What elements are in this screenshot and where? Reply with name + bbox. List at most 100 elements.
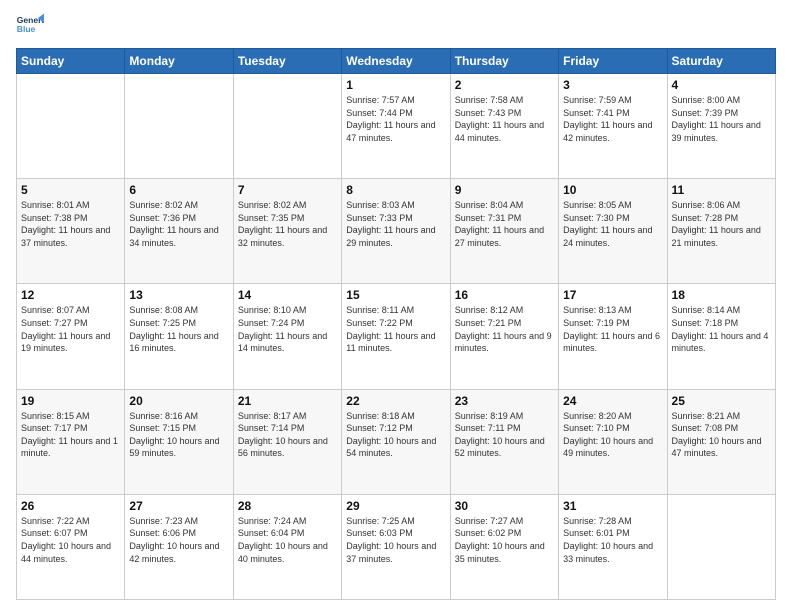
- calendar-day-cell: 11 Sunrise: 8:06 AMSunset: 7:28 PMDayligh…: [667, 179, 775, 284]
- calendar-day-cell: 5 Sunrise: 8:01 AMSunset: 7:38 PMDaylight…: [17, 179, 125, 284]
- calendar-day-cell: 13 Sunrise: 8:08 AMSunset: 7:25 PMDayligh…: [125, 284, 233, 389]
- calendar-table: SundayMondayTuesdayWednesdayThursdayFrid…: [16, 48, 776, 600]
- calendar-day-cell: 27 Sunrise: 7:23 AMSunset: 6:06 PMDayligh…: [125, 494, 233, 599]
- day-number: 14: [238, 288, 337, 302]
- calendar-day-cell: 25Sunrise: 8:21 AMSunset: 7:08 PMDayligh…: [667, 389, 775, 494]
- svg-text:General: General: [17, 15, 44, 25]
- calendar-header-day: Friday: [559, 49, 667, 74]
- calendar-day-cell: 7 Sunrise: 8:02 AMSunset: 7:35 PMDaylight…: [233, 179, 341, 284]
- calendar-day-cell: 12 Sunrise: 8:07 AMSunset: 7:27 PMDayligh…: [17, 284, 125, 389]
- day-info: Sunrise: 8:11 AMSunset: 7:22 PMDaylight:…: [346, 304, 445, 354]
- calendar-header-day: Saturday: [667, 49, 775, 74]
- calendar-day-cell: [233, 74, 341, 179]
- day-number: 6: [129, 183, 228, 197]
- day-number: 11: [672, 183, 771, 197]
- day-info: Sunrise: 7:58 AMSunset: 7:43 PMDaylight:…: [455, 94, 554, 144]
- day-number: 5: [21, 183, 120, 197]
- day-info: Sunrise: 8:15 AMSunset: 7:17 PMDaylight:…: [21, 410, 120, 460]
- day-number: 10: [563, 183, 662, 197]
- day-info: Sunrise: 7:25 AMSunset: 6:03 PMDaylight:…: [346, 515, 445, 565]
- day-number: 20: [129, 394, 228, 408]
- day-info: Sunrise: 8:17 AMSunset: 7:14 PMDaylight:…: [238, 410, 337, 460]
- day-info: Sunrise: 8:19 AMSunset: 7:11 PMDaylight:…: [455, 410, 554, 460]
- calendar-day-cell: 10 Sunrise: 8:05 AMSunset: 7:30 PMDayligh…: [559, 179, 667, 284]
- day-number: 27: [129, 499, 228, 513]
- day-info: Sunrise: 8:16 AMSunset: 7:15 PMDaylight:…: [129, 410, 228, 460]
- day-info: Sunrise: 8:07 AMSunset: 7:27 PMDaylight:…: [21, 304, 120, 354]
- calendar-header-day: Sunday: [17, 49, 125, 74]
- day-number: 31: [563, 499, 662, 513]
- logo-icon: General Blue: [16, 12, 44, 40]
- day-info: Sunrise: 8:05 AMSunset: 7:30 PMDaylight:…: [563, 199, 662, 249]
- calendar-day-cell: [17, 74, 125, 179]
- calendar-header-day: Wednesday: [342, 49, 450, 74]
- calendar-day-cell: 2 Sunrise: 7:58 AMSunset: 7:43 PMDaylight…: [450, 74, 558, 179]
- calendar-header-day: Thursday: [450, 49, 558, 74]
- calendar-week-row: 26 Sunrise: 7:22 AMSunset: 6:07 PMDayligh…: [17, 494, 776, 599]
- day-number: 12: [21, 288, 120, 302]
- day-info: Sunrise: 8:21 AMSunset: 7:08 PMDaylight:…: [672, 410, 771, 460]
- day-info: Sunrise: 8:04 AMSunset: 7:31 PMDaylight:…: [455, 199, 554, 249]
- day-number: 3: [563, 78, 662, 92]
- page: General Blue SundayMondayTuesdayWednesda…: [0, 0, 792, 612]
- day-info: Sunrise: 7:27 AMSunset: 6:02 PMDaylight:…: [455, 515, 554, 565]
- day-info: Sunrise: 8:06 AMSunset: 7:28 PMDaylight:…: [672, 199, 771, 249]
- day-number: 4: [672, 78, 771, 92]
- calendar-header-day: Tuesday: [233, 49, 341, 74]
- day-info: Sunrise: 8:12 AMSunset: 7:21 PMDaylight:…: [455, 304, 554, 354]
- day-info: Sunrise: 8:18 AMSunset: 7:12 PMDaylight:…: [346, 410, 445, 460]
- calendar-day-cell: 6 Sunrise: 8:02 AMSunset: 7:36 PMDaylight…: [125, 179, 233, 284]
- day-info: Sunrise: 8:02 AMSunset: 7:35 PMDaylight:…: [238, 199, 337, 249]
- calendar-day-cell: [125, 74, 233, 179]
- logo: General Blue: [16, 12, 44, 40]
- day-info: Sunrise: 7:28 AMSunset: 6:01 PMDaylight:…: [563, 515, 662, 565]
- day-number: 22: [346, 394, 445, 408]
- day-info: Sunrise: 7:22 AMSunset: 6:07 PMDaylight:…: [21, 515, 120, 565]
- day-number: 1: [346, 78, 445, 92]
- day-number: 23: [455, 394, 554, 408]
- calendar-day-cell: 8 Sunrise: 8:03 AMSunset: 7:33 PMDaylight…: [342, 179, 450, 284]
- calendar-week-row: 19Sunrise: 8:15 AMSunset: 7:17 PMDayligh…: [17, 389, 776, 494]
- day-info: Sunrise: 8:03 AMSunset: 7:33 PMDaylight:…: [346, 199, 445, 249]
- day-info: Sunrise: 7:57 AMSunset: 7:44 PMDaylight:…: [346, 94, 445, 144]
- calendar-day-cell: 18Sunrise: 8:14 AMSunset: 7:18 PMDayligh…: [667, 284, 775, 389]
- calendar-day-cell: 14Sunrise: 8:10 AMSunset: 7:24 PMDayligh…: [233, 284, 341, 389]
- calendar-day-cell: [667, 494, 775, 599]
- svg-text:Blue: Blue: [17, 24, 36, 34]
- day-info: Sunrise: 7:59 AMSunset: 7:41 PMDaylight:…: [563, 94, 662, 144]
- calendar-day-cell: 19Sunrise: 8:15 AMSunset: 7:17 PMDayligh…: [17, 389, 125, 494]
- day-number: 2: [455, 78, 554, 92]
- day-number: 16: [455, 288, 554, 302]
- calendar-day-cell: 24 Sunrise: 8:20 AMSunset: 7:10 PMDayligh…: [559, 389, 667, 494]
- calendar-day-cell: 9 Sunrise: 8:04 AMSunset: 7:31 PMDaylight…: [450, 179, 558, 284]
- day-number: 24: [563, 394, 662, 408]
- day-info: Sunrise: 8:20 AMSunset: 7:10 PMDaylight:…: [563, 410, 662, 460]
- day-info: Sunrise: 8:13 AMSunset: 7:19 PMDaylight:…: [563, 304, 662, 354]
- day-info: Sunrise: 7:23 AMSunset: 6:06 PMDaylight:…: [129, 515, 228, 565]
- day-number: 13: [129, 288, 228, 302]
- calendar-week-row: 12 Sunrise: 8:07 AMSunset: 7:27 PMDayligh…: [17, 284, 776, 389]
- day-info: Sunrise: 8:01 AMSunset: 7:38 PMDaylight:…: [21, 199, 120, 249]
- header: General Blue: [16, 12, 776, 40]
- calendar-header-day: Monday: [125, 49, 233, 74]
- day-number: 8: [346, 183, 445, 197]
- calendar-day-cell: 4 Sunrise: 8:00 AMSunset: 7:39 PMDaylight…: [667, 74, 775, 179]
- calendar-day-cell: 16 Sunrise: 8:12 AMSunset: 7:21 PMDayligh…: [450, 284, 558, 389]
- calendar-day-cell: 23 Sunrise: 8:19 AMSunset: 7:11 PMDayligh…: [450, 389, 558, 494]
- calendar-day-cell: 30Sunrise: 7:27 AMSunset: 6:02 PMDayligh…: [450, 494, 558, 599]
- day-number: 7: [238, 183, 337, 197]
- calendar-day-cell: 20 Sunrise: 8:16 AMSunset: 7:15 PMDayligh…: [125, 389, 233, 494]
- day-number: 26: [21, 499, 120, 513]
- day-number: 18: [672, 288, 771, 302]
- day-info: Sunrise: 8:02 AMSunset: 7:36 PMDaylight:…: [129, 199, 228, 249]
- calendar-day-cell: 3 Sunrise: 7:59 AMSunset: 7:41 PMDaylight…: [559, 74, 667, 179]
- day-info: Sunrise: 8:00 AMSunset: 7:39 PMDaylight:…: [672, 94, 771, 144]
- day-info: Sunrise: 8:08 AMSunset: 7:25 PMDaylight:…: [129, 304, 228, 354]
- day-number: 9: [455, 183, 554, 197]
- calendar-week-row: 1 Sunrise: 7:57 AMSunset: 7:44 PMDaylight…: [17, 74, 776, 179]
- calendar-day-cell: 15Sunrise: 8:11 AMSunset: 7:22 PMDayligh…: [342, 284, 450, 389]
- day-number: 17: [563, 288, 662, 302]
- day-number: 21: [238, 394, 337, 408]
- calendar-header-row: SundayMondayTuesdayWednesdayThursdayFrid…: [17, 49, 776, 74]
- calendar-day-cell: 17 Sunrise: 8:13 AMSunset: 7:19 PMDayligh…: [559, 284, 667, 389]
